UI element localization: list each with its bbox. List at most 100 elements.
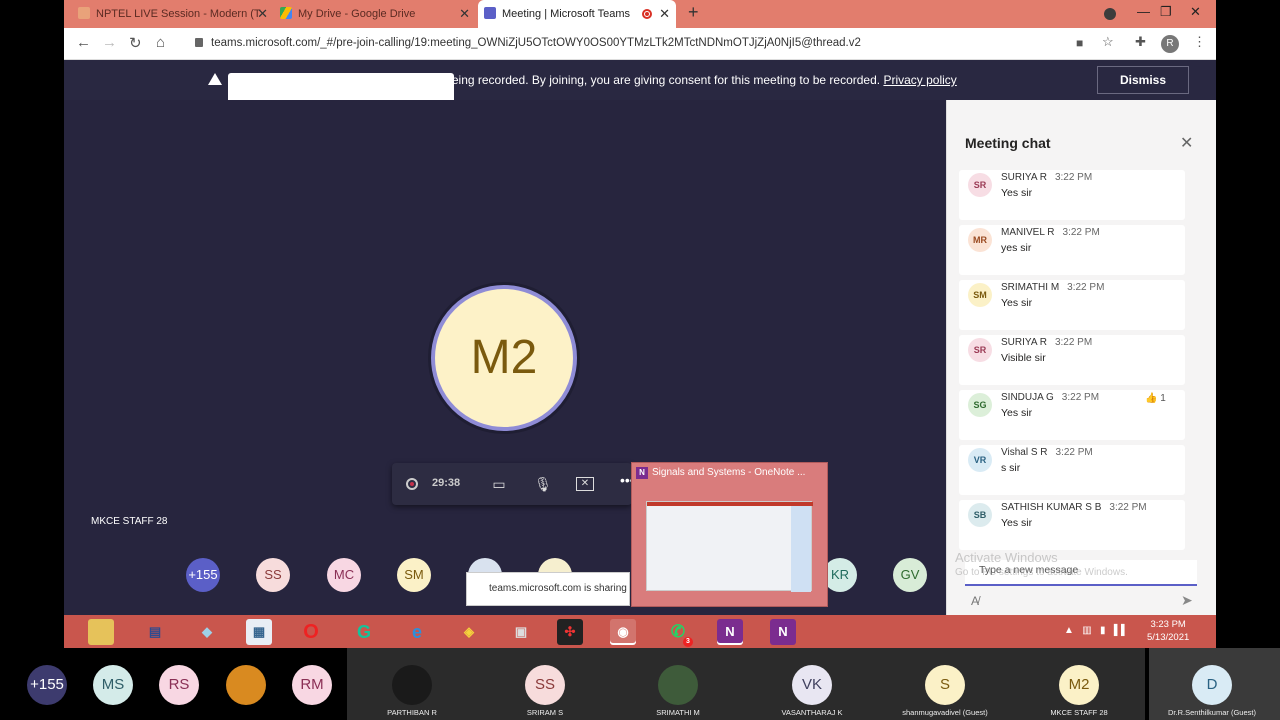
screen: NPTEL LIVE Session - Modern (T ✕ My Driv…	[0, 0, 1280, 720]
chat-message[interactable]: SR SURIYA R 3:22 PM Yes sir	[959, 170, 1185, 220]
message-composer[interactable]: Type a new message	[965, 560, 1197, 586]
document-icon[interactable]: ▦	[246, 619, 272, 645]
close-chat-icon[interactable]: ✕	[1180, 133, 1193, 153]
home-icon[interactable]: ⌂	[156, 34, 165, 51]
microphone-icon[interactable]: 🎙	[532, 473, 554, 495]
lock-icon	[195, 38, 203, 47]
new-tab-button[interactable]: +	[688, 2, 699, 23]
participant-avatar[interactable]: KR	[823, 558, 857, 592]
sender-name: SATHISH KUMAR S B 3:22 PM	[1001, 502, 1147, 513]
participant-photo[interactable]	[226, 665, 266, 705]
chrome-icon[interactable]: ◉	[610, 619, 636, 645]
participant-avatar[interactable]: GV	[893, 558, 927, 592]
restore-button[interactable]: ❐	[1160, 4, 1172, 20]
image-viewer-icon[interactable]: ▣	[508, 619, 534, 645]
participant-avatar[interactable]: S	[925, 665, 965, 705]
onenote-clipper-icon[interactable]: N	[770, 619, 796, 645]
sender-avatar[interactable]: SR	[968, 173, 992, 197]
sender-avatar[interactable]: SG	[968, 393, 992, 417]
back-arrow-icon[interactable]: ←	[76, 34, 91, 51]
grammarly-icon[interactable]: G	[351, 619, 377, 645]
participant-avatar[interactable]: +155	[27, 665, 67, 705]
dismiss-button[interactable]: Dismiss	[1097, 66, 1189, 94]
participant-avatar[interactable]: +155	[186, 558, 220, 592]
message-text: Visible sir	[1001, 352, 1046, 364]
sender-avatar[interactable]: SR	[968, 338, 992, 362]
forward-arrow-icon[interactable]: →	[102, 34, 117, 51]
screen-sharing-notice: teams.microsoft.com is sharing y	[466, 572, 630, 606]
share-screen-icon[interactable]: ✕	[576, 477, 594, 491]
extensions-icon[interactable]: ✚	[1135, 34, 1146, 50]
active-speaker-name: MKCE STAFF 28	[91, 516, 168, 527]
chat-message[interactable]: VR Vishal S R 3:22 PM s sir	[959, 445, 1185, 495]
send-icon[interactable]: ➤	[1181, 592, 1193, 609]
profile-avatar[interactable]: R	[1161, 35, 1179, 53]
participant-avatar[interactable]: M2	[1059, 665, 1099, 705]
message-time: 3:22 PM	[1061, 392, 1100, 403]
sharing-notice-text: teams.microsoft.com is sharing y	[489, 583, 630, 594]
active-speaker-avatar: M2	[431, 285, 577, 431]
participant-avatar[interactable]: MS	[93, 665, 133, 705]
camera-indicator-icon[interactable]: ■	[1076, 36, 1083, 50]
app-icon[interactable]: ◆	[194, 619, 220, 645]
like-reaction[interactable]: 👍 1	[1145, 393, 1166, 404]
participant-avatar[interactable]: SS	[525, 665, 565, 705]
close-window-button[interactable]: ✕	[1190, 4, 1201, 20]
windows-taskbar: ▤ ◆ ▦ O G e ◈ ▣ ✣ ◉ ✆ 3 N N ▲ ▥ ▮ ▌▌ 3:23…	[64, 615, 1216, 648]
close-tab-icon[interactable]: ✕	[257, 0, 268, 28]
sender-avatar[interactable]: SM	[968, 283, 992, 307]
onenote-icon[interactable]: N	[717, 619, 743, 645]
whatsapp-icon[interactable]: ✆ 3	[665, 619, 693, 647]
recording-indicator-icon	[642, 9, 652, 19]
privacy-policy-link[interactable]: Privacy policy	[883, 73, 956, 87]
file-explorer-icon[interactable]	[88, 619, 114, 645]
preview-thumbnail[interactable]	[646, 501, 813, 592]
tab-google-drive[interactable]: My Drive - Google Drive ✕	[280, 0, 476, 28]
tab-teams[interactable]: Meeting | Microsoft Teams ✕	[478, 0, 676, 28]
chat-message[interactable]: MR MANIVEL R 3:22 PM yes sir	[959, 225, 1185, 275]
taskbar-clock[interactable]: 3:23 PM 5/13/2021	[1147, 618, 1189, 644]
chrome-menu-icon[interactable]: ⋮	[1193, 34, 1206, 50]
participant-avatar[interactable]: VK	[792, 665, 832, 705]
participant-photo[interactable]	[392, 665, 432, 705]
tab-search-icon[interactable]	[1104, 8, 1116, 20]
task-manager-icon[interactable]: ▤	[142, 619, 168, 645]
chat-message[interactable]: SB SATHISH KUMAR S B 3:22 PM Yes sir	[959, 500, 1185, 550]
browser-tab-bar: NPTEL LIVE Session - Modern (T ✕ My Driv…	[64, 0, 1216, 28]
participant-avatar[interactable]: D	[1192, 665, 1232, 705]
participant-name: Dr.R.Senthilkumar (Guest)	[1168, 708, 1256, 717]
meeting-stage: M2 MKCE STAFF 28 29:38 ▭ 🎙 ✕ ••• +155 SS…	[64, 100, 946, 615]
participant-photo[interactable]	[658, 665, 698, 705]
participant-avatar[interactable]: SS	[256, 558, 290, 592]
close-tab-icon[interactable]: ✕	[459, 0, 470, 28]
minimize-button[interactable]: —	[1137, 4, 1150, 19]
python-icon[interactable]: ◈	[456, 619, 482, 645]
tab-label: My Drive - Google Drive	[298, 8, 416, 20]
sender-avatar[interactable]: VR	[968, 448, 992, 472]
sender-avatar[interactable]: SB	[968, 503, 992, 527]
sender-name: SINDUJA G 3:22 PM	[1001, 392, 1100, 403]
chat-message[interactable]: SG SINDUJA G 3:22 PM Yes sir 👍 1	[959, 390, 1185, 440]
bookmark-star-icon[interactable]: ☆	[1102, 34, 1114, 50]
opera-icon[interactable]: O	[298, 619, 324, 645]
tab-nptel[interactable]: NPTEL LIVE Session - Modern (T ✕	[78, 0, 274, 28]
participant-avatar[interactable]: RM	[292, 665, 332, 705]
media-app-icon[interactable]: ✣	[557, 619, 583, 645]
chat-message[interactable]: SR SURIYA R 3:22 PM Visible sir	[959, 335, 1185, 385]
participant-avatar[interactable]: RS	[159, 665, 199, 705]
edge-icon[interactable]: e	[404, 619, 430, 645]
reload-icon[interactable]: ↻	[129, 34, 142, 52]
sender-avatar[interactable]: MR	[968, 228, 992, 252]
participant-avatar[interactable]: MC	[327, 558, 361, 592]
message-text: Yes sir	[1001, 517, 1033, 529]
camera-off-icon[interactable]: ▭	[488, 473, 510, 495]
format-icon[interactable]: A̸	[971, 594, 979, 608]
recording-banner: Recording has started. This meeting is b…	[64, 60, 1216, 123]
clock-time: 3:23 PM	[1150, 619, 1186, 630]
system-tray[interactable]: ▲ ▥ ▮ ▌▌	[1064, 625, 1128, 636]
onenote-taskbar-preview[interactable]: N Signals and Systems - OneNote ...	[631, 462, 828, 607]
chat-message[interactable]: SM SRIMATHI M 3:22 PM Yes sir	[959, 280, 1185, 330]
url-field[interactable]: teams.microsoft.com/_#/pre-join-calling/…	[195, 37, 861, 49]
close-tab-icon[interactable]: ✕	[659, 0, 670, 28]
participant-avatar[interactable]: SM	[397, 558, 431, 592]
